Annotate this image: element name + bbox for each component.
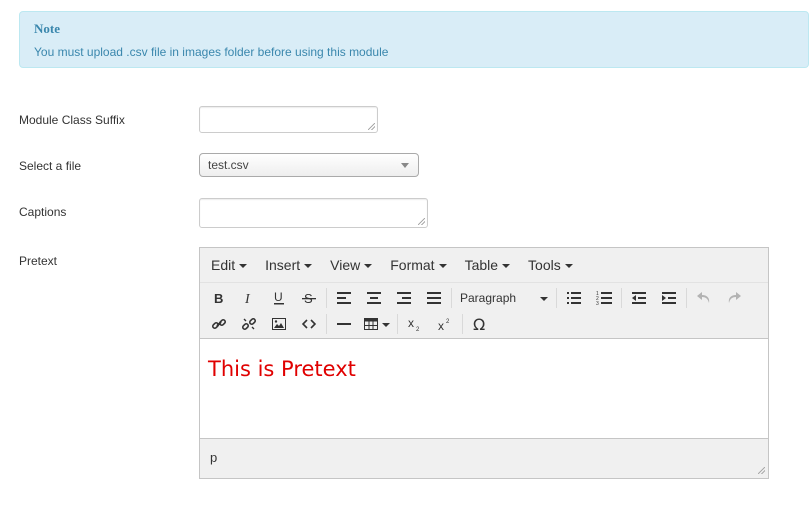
- svg-text:2: 2: [446, 319, 450, 325]
- menu-view-label: View: [330, 257, 361, 273]
- numbered-list-icon[interactable]: 123: [589, 286, 619, 310]
- menu-table[interactable]: Table: [456, 257, 519, 273]
- format-select[interactable]: Paragraph: [454, 286, 554, 310]
- format-select-label: Paragraph: [460, 291, 517, 305]
- editor-statusbar: p: [200, 439, 768, 477]
- note-alert: Note You must upload .csv file in images…: [19, 11, 809, 68]
- special-character-icon[interactable]: Ω: [465, 312, 495, 336]
- strikethrough-icon[interactable]: S: [294, 286, 324, 310]
- resize-grip-icon[interactable]: [758, 467, 765, 474]
- select-file-label: Select a file: [19, 159, 82, 173]
- italic-icon[interactable]: I: [234, 286, 264, 310]
- pretext-label: Pretext: [19, 254, 58, 268]
- toolbar-separator: [621, 288, 622, 308]
- menu-tools[interactable]: Tools: [519, 257, 582, 273]
- editor-menubar: Edit Insert View Format Table Tools: [200, 248, 768, 283]
- caret-down-icon: [540, 296, 548, 301]
- rich-text-editor: Edit Insert View Format Table Tools B I …: [199, 247, 769, 479]
- menu-edit[interactable]: Edit: [202, 257, 256, 273]
- caret-down-icon: [502, 263, 511, 268]
- align-justify-icon[interactable]: [419, 286, 449, 310]
- unlink-icon[interactable]: [234, 312, 264, 336]
- toolbar-separator: [326, 314, 327, 334]
- code-icon[interactable]: [294, 312, 324, 336]
- menu-format[interactable]: Format: [381, 257, 455, 273]
- image-icon[interactable]: [264, 312, 294, 336]
- underline-icon[interactable]: U: [264, 286, 294, 310]
- svg-text:2: 2: [416, 327, 420, 331]
- editor-content[interactable]: This is Pretext: [200, 339, 768, 439]
- bold-icon[interactable]: B: [204, 286, 234, 310]
- caret-down-icon: [239, 263, 248, 268]
- svg-text:I: I: [244, 292, 251, 305]
- note-text: You must upload .csv file in images fold…: [34, 45, 389, 59]
- note-title: Note: [34, 21, 60, 36]
- bullet-list-icon[interactable]: [559, 286, 589, 310]
- outdent-icon[interactable]: [624, 286, 654, 310]
- redo-icon[interactable]: [719, 286, 749, 310]
- superscript-icon[interactable]: x2: [430, 312, 460, 336]
- subscript-icon[interactable]: x2: [400, 312, 430, 336]
- menu-insert[interactable]: Insert: [256, 257, 321, 273]
- table-icon[interactable]: [359, 312, 395, 336]
- align-left-icon[interactable]: [329, 286, 359, 310]
- undo-icon[interactable]: [689, 286, 719, 310]
- svg-text:x: x: [438, 319, 444, 331]
- menu-insert-label: Insert: [265, 257, 301, 273]
- svg-text:B: B: [214, 291, 223, 305]
- editor-content-text: This is Pretext: [208, 357, 356, 381]
- module-class-suffix-label: Module Class Suffix: [19, 113, 125, 127]
- menu-edit-label: Edit: [211, 257, 236, 273]
- captions-label: Captions: [19, 205, 67, 219]
- toolbar-separator: [462, 314, 463, 334]
- link-icon[interactable]: [204, 312, 234, 336]
- module-class-suffix-input[interactable]: [199, 106, 378, 133]
- horizontal-rule-icon[interactable]: [329, 312, 359, 336]
- caret-down-icon: [438, 263, 447, 268]
- align-center-icon[interactable]: [359, 286, 389, 310]
- align-right-icon[interactable]: [389, 286, 419, 310]
- menu-tools-label: Tools: [528, 257, 561, 273]
- indent-icon[interactable]: [654, 286, 684, 310]
- menu-table-label: Table: [464, 257, 499, 273]
- caret-down-icon: [364, 263, 373, 268]
- caret-down-icon: [564, 263, 573, 268]
- toolbar-separator: [686, 288, 687, 308]
- caret-down-icon: [304, 263, 313, 268]
- element-path[interactable]: p: [210, 450, 217, 465]
- svg-text:3: 3: [596, 301, 599, 305]
- menu-view[interactable]: View: [321, 257, 381, 273]
- caret-down-icon: [382, 322, 390, 327]
- file-select[interactable]: test.csv: [199, 153, 419, 177]
- toolbar-separator: [556, 288, 557, 308]
- captions-input[interactable]: [199, 198, 428, 228]
- menu-format-label: Format: [390, 257, 435, 273]
- editor-toolbar: B I U S Paragraph 123: [200, 283, 768, 339]
- toolbar-separator: [451, 288, 452, 308]
- file-select-value: test.csv: [208, 158, 249, 172]
- svg-text:Ω: Ω: [473, 316, 485, 332]
- toolbar-separator: [397, 314, 398, 334]
- resize-grip-icon[interactable]: [368, 123, 375, 130]
- svg-text:x: x: [408, 317, 414, 330]
- resize-grip-icon[interactable]: [418, 218, 425, 225]
- toolbar-separator: [326, 288, 327, 308]
- dropdown-arrow-icon: [401, 163, 409, 168]
- svg-text:U: U: [274, 290, 283, 304]
